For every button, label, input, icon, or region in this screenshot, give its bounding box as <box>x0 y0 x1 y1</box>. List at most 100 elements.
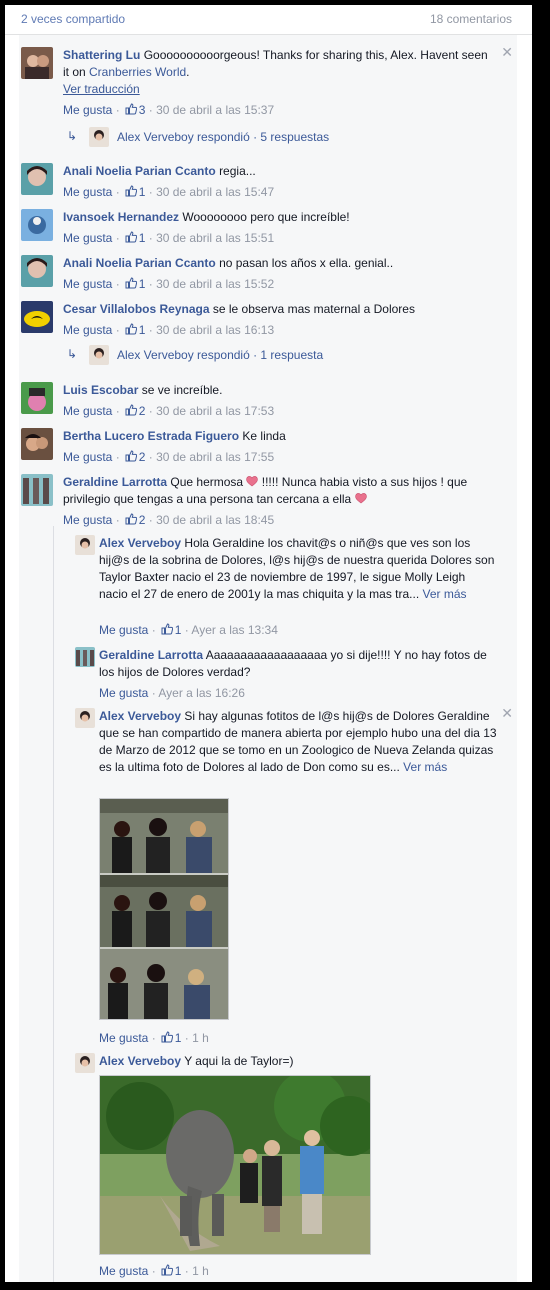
comment-body: Anali Noelia Parian Ccanto regia... <box>63 163 497 180</box>
avatar[interactable] <box>75 647 95 667</box>
reply-author[interactable]: Alex Verveboy <box>99 709 181 723</box>
like-button[interactable]: Me gusta <box>99 1264 148 1278</box>
see-more-link[interactable]: Ver más <box>423 587 467 601</box>
shares-link[interactable]: 2 veces compartido <box>21 12 125 26</box>
elephant-photo[interactable] <box>99 1075 371 1255</box>
comment-body: Anali Noelia Parian Ccanto no pasan los … <box>63 255 497 272</box>
comment-author[interactable]: Geraldine Larrotta <box>63 475 167 489</box>
thumbs-up-icon <box>125 513 137 525</box>
like-count[interactable]: 3 <box>139 103 146 117</box>
avatar[interactable] <box>21 428 53 460</box>
comment-time[interactable]: 30 de abril a las 15:52 <box>156 277 274 291</box>
reply-author[interactable]: Alex Verveboy <box>99 536 181 550</box>
like-button[interactable]: Me gusta <box>99 686 148 700</box>
avatar[interactable] <box>21 47 53 79</box>
reply-author[interactable]: Alex Verveboy <box>99 1054 181 1068</box>
like-count[interactable]: 2 <box>139 404 146 418</box>
photo-collage[interactable] <box>99 798 229 1020</box>
comment-time[interactable]: 30 de abril a las 15:47 <box>156 185 274 199</box>
comment-text: no pasan los años x ella. genial.. <box>219 256 394 270</box>
like-button[interactable]: Me gusta <box>63 277 112 291</box>
reply-time[interactable]: 1 h <box>192 1264 209 1278</box>
reply-arrow-icon: ↳ <box>67 347 78 361</box>
replies-summary[interactable]: Alex Verveboy respondió · 1 respuesta <box>117 348 323 362</box>
page-link[interactable]: Cranberries World <box>89 65 186 79</box>
like-count[interactable]: 1 <box>139 231 146 245</box>
avatar[interactable] <box>21 382 53 414</box>
comment-list: Shattering Lu Goooooooooorgeous! Thanks … <box>19 35 517 1282</box>
heart-icon <box>246 475 258 487</box>
like-button[interactable]: Me gusta <box>63 231 112 245</box>
reply-time[interactable]: 1 h <box>192 1031 209 1045</box>
like-count[interactable]: 1 <box>175 623 182 637</box>
comment-text-tail: . <box>186 65 190 79</box>
like-button[interactable]: Me gusta <box>63 404 112 418</box>
like-count[interactable]: 2 <box>139 450 146 464</box>
reply-meta: Me gusta · 1 · Ayer a las 13:34 <box>99 623 278 637</box>
comment-author[interactable]: Shattering Lu <box>63 48 140 62</box>
comment-time[interactable]: 30 de abril a las 18:45 <box>156 513 274 527</box>
avatar[interactable] <box>21 301 53 333</box>
comment-meta: Me gusta · 1 · 30 de abril a las 16:13 <box>63 323 275 337</box>
avatar <box>89 345 109 365</box>
comment-author[interactable]: Ivansoek Hernandez <box>63 210 179 224</box>
like-count[interactable]: 1 <box>139 277 146 291</box>
comment-author[interactable]: Luis Escobar <box>63 383 138 397</box>
comment: Shattering Lu Goooooooooorgeous! Thanks … <box>19 44 517 151</box>
avatar[interactable] <box>21 255 53 287</box>
comment-text: Woooooooo pero que increíble! <box>182 210 350 224</box>
reply-author[interactable]: Geraldine Larrotta <box>99 648 203 662</box>
avatar[interactable] <box>75 535 95 555</box>
comment-author[interactable]: Bertha Lucero Estrada Figuero <box>63 429 239 443</box>
thumbs-up-icon <box>161 623 173 635</box>
comments-panel: 2 veces compartido 18 comentarios Shatte… <box>5 5 532 1282</box>
comment-time[interactable]: 30 de abril a las 17:53 <box>156 404 274 418</box>
like-button[interactable]: Me gusta <box>63 185 112 199</box>
comment-text: se le observa mas maternal a Dolores <box>212 302 415 316</box>
thumbs-up-icon <box>125 404 137 416</box>
comment-author[interactable]: Anali Noelia Parian Ccanto <box>63 256 216 270</box>
like-count[interactable]: 1 <box>175 1031 182 1045</box>
like-button[interactable]: Me gusta <box>99 1031 148 1045</box>
translate-link[interactable]: Ver traducción <box>63 82 140 96</box>
comment-time[interactable]: 30 de abril a las 15:51 <box>156 231 274 245</box>
comment-author[interactable]: Cesar Villalobos Reynaga <box>63 302 210 316</box>
comment-time[interactable]: 30 de abril a las 15:37 <box>156 103 274 117</box>
see-more-link[interactable]: Ver más <box>403 760 447 774</box>
thumbs-up-icon <box>161 1264 173 1276</box>
close-icon[interactable]: ✕ <box>501 705 513 722</box>
reply-body: Alex Verveboy Hola Geraldine los chavit@… <box>99 535 497 603</box>
avatar[interactable] <box>21 474 53 506</box>
like-button[interactable]: Me gusta <box>63 513 112 527</box>
like-button[interactable]: Me gusta <box>63 323 112 337</box>
comment-count[interactable]: 18 comentarios <box>430 12 512 26</box>
like-count[interactable]: 1 <box>139 185 146 199</box>
reply-time[interactable]: Ayer a las 16:26 <box>158 686 245 700</box>
comment-body: Luis Escobar se ve increíble. <box>63 382 497 399</box>
comment-meta: Me gusta · 1 · 30 de abril a las 15:47 <box>63 185 275 199</box>
reply-time[interactable]: Ayer a las 13:34 <box>191 623 278 637</box>
like-count[interactable]: 1 <box>139 323 146 337</box>
comment-body: Ivansoek Hernandez Woooooooo pero que in… <box>63 209 497 226</box>
like-button[interactable]: Me gusta <box>63 103 112 117</box>
thread-line <box>53 526 54 1282</box>
comment-time[interactable]: 30 de abril a las 17:55 <box>156 450 274 464</box>
like-count[interactable]: 2 <box>139 513 146 527</box>
comment-meta: Me gusta · 2 · 30 de abril a las 18:45 <box>63 513 275 527</box>
comment-author[interactable]: Anali Noelia Parian Ccanto <box>63 164 216 178</box>
comment-time[interactable]: 30 de abril a las 16:13 <box>156 323 274 337</box>
like-button[interactable]: Me gusta <box>63 450 112 464</box>
avatar[interactable] <box>75 708 95 728</box>
like-count[interactable]: 1 <box>175 1264 182 1278</box>
avatar[interactable] <box>75 1053 95 1073</box>
comment: Ivansoek Hernandez Woooooooo pero que in… <box>19 209 517 247</box>
reply-body: Alex Verveboy Y aqui la de Taylor=) <box>99 1053 497 1070</box>
reply-meta: Me gusta · Ayer a las 16:26 <box>99 686 245 700</box>
comment-text: regia... <box>219 164 256 178</box>
avatar[interactable] <box>21 163 53 195</box>
reply-meta: Me gusta · 1 · 1 h <box>99 1031 209 1045</box>
replies-summary[interactable]: Alex Verveboy respondió · 5 respuestas <box>117 130 329 144</box>
avatar[interactable] <box>21 209 53 241</box>
like-button[interactable]: Me gusta <box>99 623 148 637</box>
close-icon[interactable]: ✕ <box>501 44 513 61</box>
